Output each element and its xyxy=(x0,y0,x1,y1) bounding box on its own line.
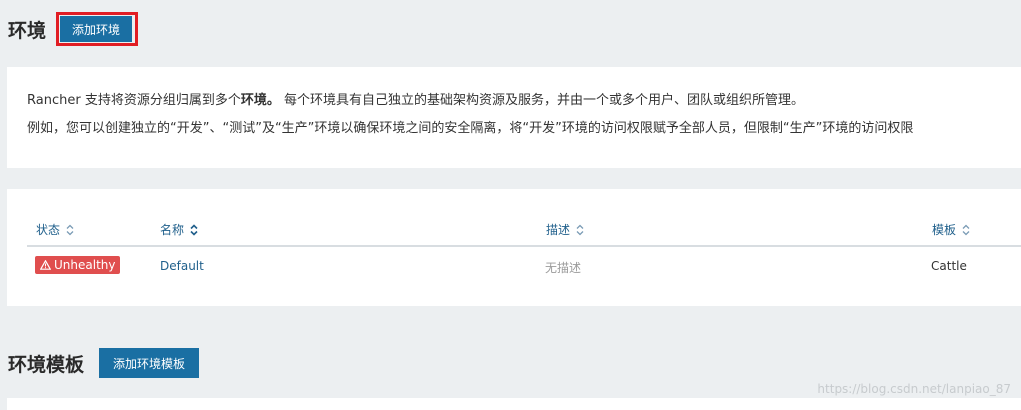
watermark: https://blog.csdn.net/lanpiao_87 xyxy=(817,382,1011,396)
info-card: Rancher 支持将资源分组归属到多个环境。 每个环境具有自己独立的基础架构资… xyxy=(7,67,1021,168)
info-line-1-pre: Rancher 支持将资源分组归属到多个 xyxy=(27,93,241,108)
info-line-1: Rancher 支持将资源分组归属到多个环境。 每个环境具有自己独立的基础架构资… xyxy=(27,89,804,108)
environment-description: 无描述 xyxy=(545,261,582,275)
add-environment-highlight: 添加环境 xyxy=(56,12,139,46)
environments-title: 环境 xyxy=(8,19,47,42)
column-name-label: 名称 xyxy=(160,223,185,237)
environments-header: 环境 添加环境 xyxy=(8,12,139,46)
column-template-label: 模板 xyxy=(932,223,957,237)
warning-icon xyxy=(40,260,51,270)
sort-icon xyxy=(962,224,970,236)
column-header-status[interactable]: 状态 xyxy=(36,221,74,238)
sort-active-icon xyxy=(190,223,198,236)
environment-name-link[interactable]: Default xyxy=(160,259,204,273)
info-line-2: 例如，您可以创建独立的“开发”、“测试”及“生产”环境以确保环境之间的安全隔离，… xyxy=(27,121,914,136)
environment-template: Cattle xyxy=(931,259,967,273)
column-header-name[interactable]: 名称 xyxy=(160,221,198,238)
templates-title: 环境模板 xyxy=(8,353,85,376)
status-badge-label: Unhealthy xyxy=(54,258,116,272)
templates-card xyxy=(7,398,1021,410)
add-environment-button[interactable]: 添加环境 xyxy=(60,16,133,42)
add-template-button[interactable]: 添加环境模板 xyxy=(99,348,200,378)
column-status-label: 状态 xyxy=(36,223,61,237)
column-header-description[interactable]: 描述 xyxy=(546,221,584,238)
environments-table: 状态 名称 描述 模板 Unhealthy Default 无描述 Cattle xyxy=(7,189,1021,306)
info-line-1-post: 每个环境具有自己独立的基础架构资源及服务，并由一个或多个用户、团队或组织所管理。 xyxy=(279,93,804,108)
column-description-label: 描述 xyxy=(546,223,571,237)
info-line-1-bold: 环境。 xyxy=(240,93,280,108)
column-header-template[interactable]: 模板 xyxy=(932,221,970,238)
templates-header: 环境模板 添加环境模板 xyxy=(8,348,200,378)
sort-icon xyxy=(576,224,584,236)
sort-icon xyxy=(66,224,74,236)
table-header: 状态 名称 描述 模板 xyxy=(27,215,1021,247)
status-badge: Unhealthy xyxy=(35,256,121,274)
table-row: Unhealthy Default 无描述 Cattle xyxy=(27,255,1021,281)
